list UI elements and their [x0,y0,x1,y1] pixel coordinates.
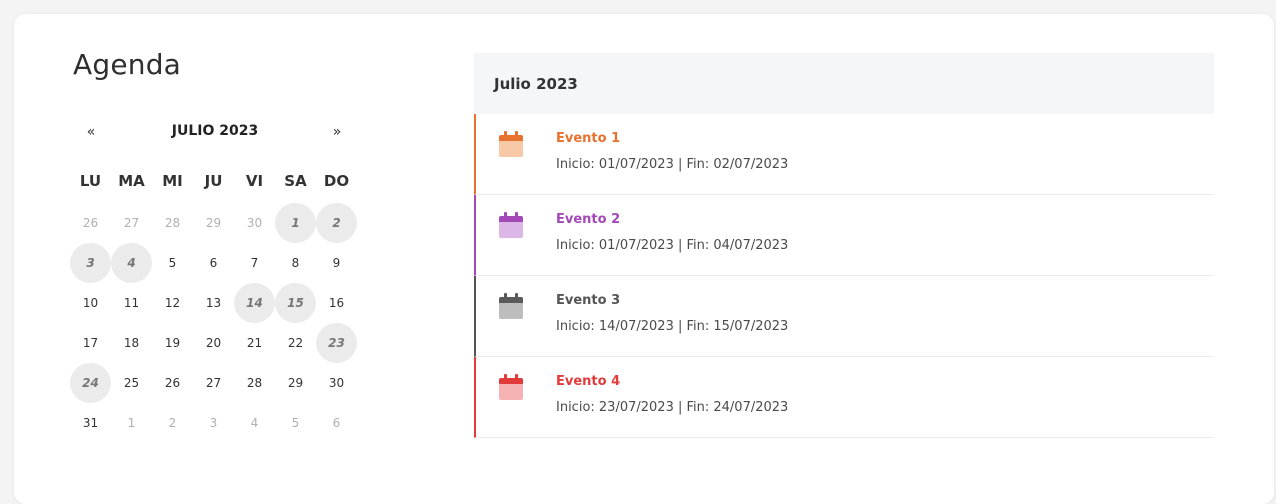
event-item[interactable]: Evento 1 Inicio: 01/07/2023 | Fin: 02/07/… [474,114,1214,195]
page-title: Agenda [73,48,182,81]
calendar-day[interactable]: 13 [193,283,234,323]
calendar-day-grid: 26 27 28 29 30 1 2 3 4 5 6 7 8 9 10 11 12 13 14 15 16 17 18 19 2… [70,203,360,443]
calendar-day[interactable]: 22 [275,323,316,363]
calendar-day[interactable]: 6 [316,403,357,443]
calendar-day[interactable]: 10 [70,283,111,323]
weekday-header-row: LU MA MI JU VI SA DO [70,172,360,196]
event-item[interactable]: Evento 2 Inicio: 01/07/2023 | Fin: 04/07/… [474,195,1214,276]
calendar-day[interactable]: 27 [111,203,152,243]
event-name: Evento 1 [556,131,621,146]
calendar-day-with-event[interactable]: 1 [275,203,316,243]
mini-calendar: « JULIO 2023 » LU MA MI JU VI SA DO 26 27 28 29 30… [70,114,360,443]
event-item[interactable]: Evento 4 Inicio: 23/07/2023 | Fin: 24/07/… [474,357,1214,438]
calendar-day[interactable]: 28 [152,203,193,243]
prev-month-button[interactable]: « [76,124,106,140]
calendar-day[interactable]: 11 [111,283,152,323]
agenda-card: Agenda « JULIO 2023 » LU MA MI JU VI SA DO 26 2… [14,14,1274,504]
calendar-day-with-event[interactable]: 2 [316,203,357,243]
calendar-day[interactable]: 29 [275,363,316,403]
calendar-day[interactable]: 3 [193,403,234,443]
calendar-day[interactable]: 4 [234,403,275,443]
calendar-week-row: 10 11 12 13 14 15 16 [70,283,360,323]
calendar-day[interactable]: 21 [234,323,275,363]
calendar-day-with-event[interactable]: 3 [70,243,111,283]
weekday-label: MA [118,172,145,190]
event-name: Evento 2 [556,212,621,227]
calendar-day[interactable]: 17 [70,323,111,363]
calendar-icon [499,374,523,400]
calendar-day[interactable]: 5 [152,243,193,283]
event-item[interactable]: Evento 3 Inicio: 14/07/2023 | Fin: 15/07/… [474,276,1214,357]
calendar-day[interactable]: 16 [316,283,357,323]
calendar-week-row: 3456789 [70,243,360,283]
next-month-button[interactable]: » [322,124,352,140]
event-dates: Inicio: 01/07/2023 | Fin: 04/07/2023 [556,238,789,253]
calendar-day-with-event[interactable]: 15 [275,283,316,323]
calendar-day[interactable]: 31 [70,403,111,443]
event-name: Evento 4 [556,374,621,389]
calendar-month-label: JULIO 2023 [171,123,259,139]
weekday-label: JU [204,172,223,190]
calendar-day[interactable]: 26 [70,203,111,243]
calendar-day[interactable]: 20 [193,323,234,363]
calendar-day-with-event[interactable]: 4 [111,243,152,283]
calendar-day[interactable]: 1 [111,403,152,443]
calendar-week-row: 26 27 28 29 30 1 2 [70,203,360,243]
events-panel-header: Julio 2023 [474,53,1214,114]
calendar-day[interactable]: 12 [152,283,193,323]
event-dates: Inicio: 14/07/2023 | Fin: 15/07/2023 [556,319,789,334]
event-list: Evento 1 Inicio: 01/07/2023 | Fin: 02/07/… [474,114,1214,438]
calendar-day[interactable]: 25 [111,363,152,403]
calendar-icon [499,212,523,238]
calendar-day[interactable]: 18 [111,323,152,363]
calendar-day[interactable]: 30 [316,363,357,403]
calendar-week-row: 31 1 2 3 4 5 6 [70,403,360,443]
calendar-week-row: 17 18 19 20 21 22 23 [70,323,360,363]
calendar-day[interactable]: 8 [275,243,316,283]
calendar-day[interactable]: 30 [234,203,275,243]
calendar-day[interactable]: 26 [152,363,193,403]
event-name: Evento 3 [556,293,621,308]
weekday-label: DO [323,172,350,190]
calendar-day[interactable]: 27 [193,363,234,403]
calendar-icon [499,131,523,157]
calendar-day[interactable]: 7 [234,243,275,283]
calendar-icon [499,293,523,319]
events-panel: Julio 2023 Evento 1 Inicio: 01/07/2023 | … [474,53,1214,438]
calendar-day-with-event[interactable]: 14 [234,283,275,323]
calendar-day[interactable]: 6 [193,243,234,283]
weekday-label: VI [245,172,264,190]
calendar-day[interactable]: 2 [152,403,193,443]
calendar-header: « JULIO 2023 » [70,114,360,154]
calendar-day[interactable]: 29 [193,203,234,243]
event-dates: Inicio: 23/07/2023 | Fin: 24/07/2023 [556,400,789,415]
calendar-day-with-event[interactable]: 24 [70,363,111,403]
calendar-day-with-event[interactable]: 23 [316,323,357,363]
calendar-day[interactable]: 5 [275,403,316,443]
weekday-label: LU [79,172,102,190]
weekday-label: SA [284,172,307,190]
calendar-day[interactable]: 28 [234,363,275,403]
calendar-day[interactable]: 19 [152,323,193,363]
calendar-week-row: 24 25 26 27 28 29 30 [70,363,360,403]
weekday-label: MI [162,172,183,190]
calendar-day[interactable]: 9 [316,243,357,283]
event-dates: Inicio: 01/07/2023 | Fin: 02/07/2023 [556,157,789,172]
